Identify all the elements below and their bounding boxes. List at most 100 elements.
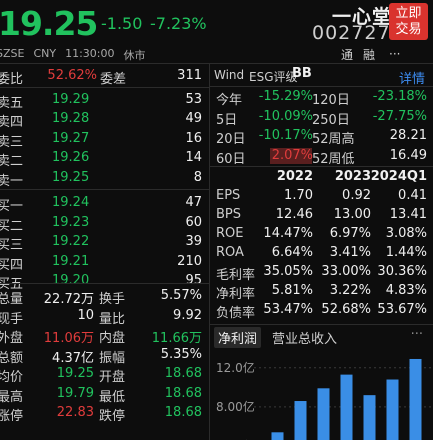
year-header: 2024Q1 xyxy=(370,169,427,184)
stat-row: 总额 4.37亿 振幅 5.35% xyxy=(0,345,209,366)
stat-label: 最高 xyxy=(0,389,24,405)
stock-code: 002727 xyxy=(312,22,391,44)
order-ratio-row: 委比 52.62% 委差 311 xyxy=(0,66,209,87)
market-status: 休市 xyxy=(123,49,146,62)
tab-net-profit[interactable]: 净利润 xyxy=(214,327,262,348)
period-return: -10.17% xyxy=(258,128,313,143)
tab-wind[interactable]: Wind xyxy=(214,68,244,82)
tong-badge: 通 xyxy=(341,48,354,62)
asks-level-label: 卖一 xyxy=(0,173,24,189)
stat-row: 现手 10 量比 9.92 xyxy=(0,306,209,327)
rating-tabs: Wind ESG评级 BB 详情 xyxy=(214,66,433,87)
metric-value: 0.41 xyxy=(398,188,427,203)
metric-label: EPS xyxy=(216,188,241,203)
period-value: -23.18% xyxy=(372,89,427,104)
divider xyxy=(0,283,209,284)
asks-level-label: 卖三 xyxy=(0,134,24,150)
period-label: 60日 xyxy=(216,151,246,167)
metric-value: 33.00% xyxy=(321,264,371,279)
trade-button-line2: 交易 xyxy=(395,22,422,37)
asks-level-label: 卖五 xyxy=(0,95,24,111)
stat-label: 最低 xyxy=(99,389,126,405)
financial-row: BPS 12.46 13.00 13.41 xyxy=(214,206,433,225)
asks-row[interactable]: 卖四 19.28 49 xyxy=(0,109,209,130)
quote-time: 11:30:00 xyxy=(65,47,115,60)
profit-bar[interactable] xyxy=(271,432,284,440)
profit-bar[interactable] xyxy=(317,388,330,440)
bids-row[interactable]: 买一 19.24 47 xyxy=(0,193,209,214)
asks-row[interactable]: 卖一 19.25 8 xyxy=(0,168,209,189)
asks-row[interactable]: 卖三 19.27 16 xyxy=(0,129,209,150)
period-label: 今年 xyxy=(216,93,243,108)
metric-value: 4.83% xyxy=(385,283,427,298)
bids-row[interactable]: 买二 19.23 60 xyxy=(0,213,209,234)
weibi-label: 委比 xyxy=(0,72,24,87)
metric-label: 毛利率 xyxy=(216,268,256,283)
stat-label: 均价 xyxy=(0,370,24,385)
ellipsis-icon[interactable]: ··· xyxy=(411,327,423,342)
asks-row[interactable]: 卖五 19.29 53 xyxy=(0,90,209,111)
weicha-label: 委差 xyxy=(100,72,127,87)
weibi-value: 52.62% xyxy=(47,68,97,83)
financial-row: 负债率 53.47% 52.68% 53.67% xyxy=(214,301,433,321)
asks-volume: 53 xyxy=(185,91,202,107)
profit-bar[interactable] xyxy=(409,358,422,440)
bids-row[interactable]: 买四 19.21 210 xyxy=(0,252,209,273)
bids-price: 19.24 xyxy=(52,195,90,210)
tab-revenue[interactable]: 营业总收入 xyxy=(272,328,337,347)
stat-value: 9.92 xyxy=(173,307,202,323)
metric-value: 35.05% xyxy=(263,264,313,279)
bids-level-label: 买三 xyxy=(0,238,24,253)
stat-label: 总量 xyxy=(0,292,24,307)
stat-label: 现手 xyxy=(0,311,24,327)
stat-label: 换手 xyxy=(99,292,126,307)
asks-price: 19.27 xyxy=(52,130,90,146)
quote-header: 19.25 -1.50 -7.23% 一心堂 002727 立即 交易 SZSE… xyxy=(0,0,433,62)
metric-value: 30.36% xyxy=(377,264,427,279)
financial-row: ROE 14.47% 6.97% 3.08% xyxy=(214,225,433,244)
asks-volume: 14 xyxy=(185,150,202,165)
asks-volume: 49 xyxy=(185,111,202,126)
period-return: 2.07% xyxy=(271,147,313,163)
trade-button-line1: 立即 xyxy=(395,6,422,21)
stat-label: 涨停 xyxy=(0,409,24,424)
trade-now-button[interactable]: 立即 交易 xyxy=(389,3,428,40)
y-tick-label: 12.0亿 xyxy=(216,360,255,375)
period-return: -10.09% xyxy=(258,108,313,124)
asks-row[interactable]: 卖二 19.26 14 xyxy=(0,148,209,169)
divider xyxy=(209,64,210,440)
stat-value: 4.37亿 xyxy=(52,350,94,366)
bids-row[interactable]: 买三 19.22 39 xyxy=(0,232,209,253)
period-value: -27.75% xyxy=(372,108,427,124)
stat-value: 18.68 xyxy=(164,366,202,381)
asks-price: 19.28 xyxy=(52,111,90,126)
weicha-value: 311 xyxy=(177,68,202,83)
bids-price: 19.23 xyxy=(52,214,90,230)
profit-bar[interactable] xyxy=(386,379,399,440)
stat-row: 均价 19.25 开盘 18.68 xyxy=(0,364,209,385)
period-label: 52周低 xyxy=(312,151,355,167)
stat-value: 22.72万 xyxy=(43,292,94,307)
stat-value: 19.25 xyxy=(56,366,94,381)
profit-bar[interactable] xyxy=(340,374,353,440)
tab-esg-rating[interactable]: ESG评级 xyxy=(249,68,298,85)
financial-header-row: 2022 2023 2024Q1 xyxy=(214,168,433,187)
profit-bar[interactable] xyxy=(363,395,376,440)
divider xyxy=(210,324,433,325)
metric-value: 1.70 xyxy=(284,188,313,203)
profit-bar[interactable] xyxy=(294,401,307,440)
stat-label: 量比 xyxy=(99,311,126,327)
metric-label: 负债率 xyxy=(216,306,256,321)
ellipsis-icon[interactable]: ··· xyxy=(389,47,400,61)
financial-row: ROA 6.64% 3.41% 1.44% xyxy=(214,244,433,263)
divider xyxy=(210,86,433,87)
stat-label: 总额 xyxy=(0,350,24,366)
stat-value: 11.66万 xyxy=(151,331,202,346)
stat-value: 18.68 xyxy=(164,385,202,401)
details-link[interactable]: 详情 xyxy=(399,68,425,87)
stat-row: 总量 22.72万 换手 5.57% xyxy=(0,286,209,307)
trade-stats: 总量 22.72万 换手 5.57% 现手 10 量比 9.92 外盘 11.06万 内盘 11.66… xyxy=(0,286,209,424)
asks-price: 19.25 xyxy=(52,169,90,185)
currency-label: CNY xyxy=(33,47,57,60)
stat-label: 开盘 xyxy=(99,370,126,385)
